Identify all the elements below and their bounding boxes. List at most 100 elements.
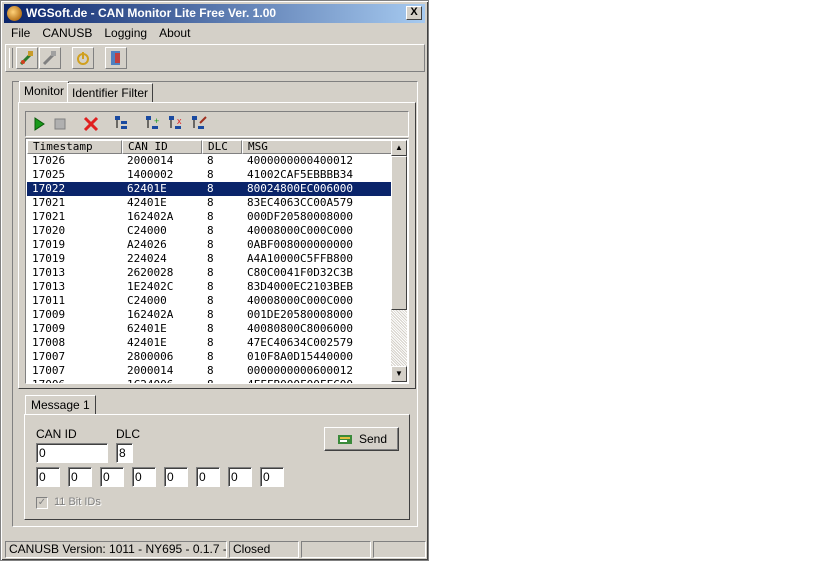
table-row[interactable]: 17006 1C24006 8 4FFFB000F00FFC00: [27, 378, 392, 383]
cell-msg: 40008000C000C000: [247, 224, 353, 237]
cell-msg: 4FFFB000F00FFC00: [247, 378, 353, 383]
table-row[interactable]: 17009 62401E 8 40080800C8006000: [27, 322, 392, 336]
menu-file[interactable]: File: [5, 24, 36, 42]
byte-field-1[interactable]: 0: [36, 467, 60, 487]
connect-button[interactable]: [16, 47, 38, 69]
table-row[interactable]: 17008 42401E 8 47EC40634C002579: [27, 336, 392, 350]
table-row[interactable]: 17020 C24000 8 40008000C000C000: [27, 224, 392, 238]
disconnect-plug-icon: [42, 51, 56, 66]
connect-plug-icon: [19, 51, 33, 66]
app-window: WGSoft.de - CAN Monitor Lite Free Ver. 1…: [0, 0, 429, 561]
dlc-label: DLC: [116, 427, 141, 441]
column-msg[interactable]: MSG: [242, 140, 392, 154]
cell-can-id: C24000: [127, 224, 167, 237]
cell-timestamp: 17007: [32, 364, 66, 377]
power-button[interactable]: [72, 47, 94, 69]
table-row[interactable]: 17019 A24026 8 0ABF008000000000: [27, 238, 392, 252]
table-row[interactable]: 17025 1400002 8 41002CAF5EBBBB34: [27, 168, 392, 182]
scroll-up-icon[interactable]: ▲: [391, 140, 407, 156]
cell-msg: 83EC4063CC00A579: [247, 196, 353, 209]
cell-msg: 80024800EC006000: [247, 182, 353, 195]
eleven-bit-checkbox[interactable]: ✓: [36, 497, 48, 509]
scroll-down-icon[interactable]: ▼: [391, 366, 407, 382]
close-button[interactable]: X: [406, 6, 422, 20]
app-icon: [7, 6, 22, 21]
tree-list-button[interactable]: [112, 114, 132, 134]
send-button[interactable]: Send: [324, 427, 399, 451]
cell-timestamp: 17009: [32, 308, 66, 321]
cell-msg: 4000000000400012: [247, 154, 353, 167]
table-row[interactable]: 17026 2000014 8 4000000000400012: [27, 154, 392, 168]
byte-field-5[interactable]: 0: [164, 467, 188, 487]
cell-can-id: 2000014: [127, 154, 174, 167]
tree-edit-button[interactable]: [189, 114, 209, 134]
play-button[interactable]: [29, 114, 49, 134]
menu-canusb[interactable]: CANUSB: [36, 24, 98, 42]
tree-add-button[interactable]: +: [143, 114, 163, 134]
can-id-field[interactable]: 0: [36, 443, 108, 463]
byte-field-2[interactable]: 0: [68, 467, 92, 487]
cell-dlc: 8: [207, 378, 214, 383]
toolbar-grip[interactable]: [9, 48, 13, 68]
disconnect-button[interactable]: [39, 47, 61, 69]
svg-text:x: x: [177, 116, 182, 126]
byte-field-6[interactable]: 0: [196, 467, 220, 487]
table-row[interactable]: 17021 42401E 8 83EC4063CC00A579: [27, 196, 392, 210]
cell-timestamp: 17026: [32, 154, 66, 167]
menu-about[interactable]: About: [153, 24, 196, 42]
list-header: Timestamp CAN ID DLC MSG: [27, 140, 392, 154]
cell-can-id: 2800006: [127, 350, 174, 363]
tree-remove-button[interactable]: x: [166, 114, 186, 134]
stop-button[interactable]: [50, 114, 70, 134]
table-row[interactable]: 17007 2800006 8 010F8A0D15440000: [27, 350, 392, 364]
cell-msg: C80C0041F0D32C3B: [247, 266, 353, 279]
title-bar[interactable]: WGSoft.de - CAN Monitor Lite Free Ver. 1…: [4, 4, 425, 23]
message-list[interactable]: Timestamp CAN ID DLC MSG 17026 2000014 8 40…: [25, 138, 409, 384]
table-row[interactable]: 17011 C24000 8 40008000C000C000: [27, 294, 392, 308]
tree-add-icon: +: [146, 116, 159, 129]
column-dlc[interactable]: DLC: [202, 140, 242, 154]
stop-icon: [54, 118, 66, 130]
cell-msg: 40080800C8006000: [247, 322, 353, 335]
monitor-toolbar: + x: [25, 111, 409, 137]
table-row[interactable]: 17021 162402A 8 000DF20580008000: [27, 210, 392, 224]
table-row[interactable]: 17007 2000014 8 0000000000600012: [27, 364, 392, 378]
column-can-id[interactable]: CAN ID: [122, 140, 202, 154]
cell-timestamp: 17013: [32, 266, 66, 279]
tab-monitor[interactable]: Monitor: [19, 81, 70, 103]
vertical-scrollbar[interactable]: ▲ ▼: [391, 140, 407, 382]
table-row[interactable]: 17009 162402A 8 001DE20580008000: [27, 308, 392, 322]
table-row[interactable]: 17013 1E2402C 8 83D4000EC2103BEB: [27, 280, 392, 294]
tree-edit-icon: [192, 116, 207, 129]
byte-field-4[interactable]: 0: [132, 467, 156, 487]
cell-dlc: 8: [207, 238, 214, 251]
column-timestamp[interactable]: Timestamp: [27, 140, 122, 154]
eleven-bit-label: 11 Bit IDs: [54, 496, 101, 508]
clear-button[interactable]: [81, 114, 101, 134]
cell-msg: 010F8A0D15440000: [247, 350, 353, 363]
table-row[interactable]: 17013 2620028 8 C80C0041F0D32C3B: [27, 266, 392, 280]
status-connection: Closed: [229, 541, 299, 558]
dlc-field[interactable]: 8: [116, 443, 133, 463]
menu-logging[interactable]: Logging: [98, 24, 153, 42]
exit-button[interactable]: [105, 47, 127, 69]
table-row[interactable]: 17022 62401E 8 80024800EC006000: [27, 182, 392, 196]
window-title: WGSoft.de - CAN Monitor Lite Free Ver. 1…: [26, 6, 277, 20]
cell-can-id: 62401E: [127, 322, 167, 335]
byte-field-7[interactable]: 0: [228, 467, 252, 487]
byte-field-3[interactable]: 0: [100, 467, 124, 487]
byte-field-8[interactable]: 0: [260, 467, 284, 487]
tab-message-1[interactable]: Message 1: [25, 395, 96, 415]
table-row[interactable]: 17019 224024 8 A4A10000C5FFB800: [27, 252, 392, 266]
cell-timestamp: 17013: [32, 280, 66, 293]
tab-identifier-filter[interactable]: Identifier Filter: [67, 83, 154, 103]
status-panel-4: [373, 541, 426, 558]
cell-dlc: 8: [207, 210, 214, 223]
cell-dlc: 8: [207, 154, 214, 167]
cell-msg: A4A10000C5FFB800: [247, 252, 353, 265]
scroll-thumb[interactable]: [391, 156, 407, 310]
cell-can-id: 1E2402C: [127, 280, 174, 293]
cell-msg: 0ABF008000000000: [247, 238, 353, 251]
cell-can-id: 162402A: [127, 308, 174, 321]
cell-timestamp: 17025: [32, 168, 66, 181]
